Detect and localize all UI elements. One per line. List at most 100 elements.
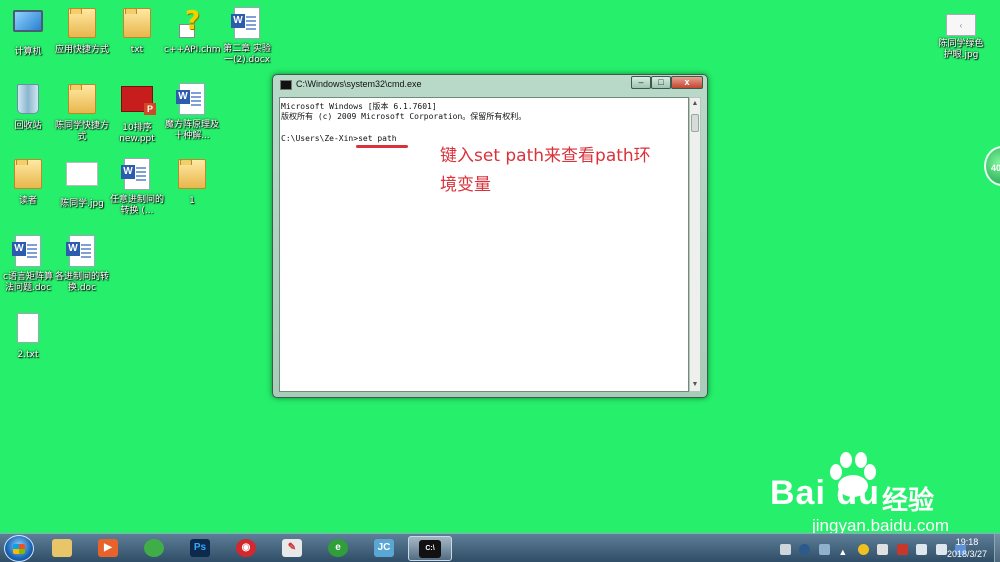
desktop-icon-any-radix[interactable]: W 任意进制间的转换 (... (109, 157, 165, 217)
desktop-icon-recycle-bin[interactable]: 回收站 (0, 82, 56, 132)
recycle-bin-icon (11, 84, 45, 118)
computer-icon (11, 10, 45, 44)
title-bar[interactable]: C:\Windows\system32\cmd.exe – □ x (273, 75, 707, 95)
security-icon[interactable] (857, 544, 869, 555)
desktop-icon-label: 陈同学.jpg (60, 199, 104, 209)
taskbar-360-browser[interactable] (136, 536, 172, 561)
desktop-icon-label: 各进制间的转换.doc (54, 272, 109, 293)
cmd-window[interactable]: C:\Windows\system32\cmd.exe – □ x Micros… (272, 74, 708, 398)
taskbar-netease-music[interactable]: ◉ (228, 536, 264, 561)
desktop-icon-txt-folder[interactable]: txt (109, 6, 165, 56)
highlight-underline (356, 145, 408, 148)
desktop-icon-label: 应用快捷方式 (54, 45, 109, 55)
network-icon[interactable] (916, 544, 928, 555)
desktop-icon-label: 任意进制间的转换 (... (109, 195, 164, 216)
taskbar-media-player[interactable]: ▶ (90, 536, 126, 561)
folder-icon (120, 8, 154, 42)
browser-icon (144, 539, 164, 557)
desktop-icon-c-matrix-doc[interactable]: W c语言矩阵算法问题.doc (0, 234, 56, 294)
speed-gadget[interactable]: 40 (984, 146, 1000, 186)
console-icon (280, 80, 292, 90)
desktop-icon-label: 1 (189, 196, 195, 206)
photoshop-icon: Ps (190, 539, 210, 557)
watermark-brand: Bai du (770, 474, 880, 512)
desktop-icon-app-shortcut[interactable]: 应用快捷方式 (54, 6, 110, 56)
desktop-icon-label: 10排序new.ppt (119, 123, 155, 144)
desktop-icon-label: c++API.chm (164, 45, 221, 55)
desktop-icon-2-txt[interactable]: 2.txt (0, 311, 56, 361)
music-icon: ◉ (236, 539, 256, 557)
help-file-icon: ? (175, 8, 209, 42)
taskbar-cmd[interactable]: C:\ (408, 536, 452, 561)
desktop-icon-magic-square[interactable]: W 魔方阵原理及十种解... (164, 82, 220, 142)
folder-icon (65, 84, 99, 118)
desktop-icon-label: 陈同学快捷方式 (54, 121, 109, 142)
windows-logo-icon (13, 544, 25, 554)
folder-icon (65, 8, 99, 42)
console-line: 版权所有 (c) 2009 Microsoft Corporation。保留所有… (281, 112, 527, 121)
desktop-icon-chen-jpg[interactable]: 陈同学.jpg (54, 157, 110, 210)
folder-icon (11, 159, 45, 193)
taskbar-notepad[interactable]: ✎ (274, 536, 310, 561)
clock[interactable]: 19:18 2018/3/27 (938, 536, 996, 560)
image-file-icon: ‹ (946, 14, 976, 36)
jcreator-icon: JC (374, 539, 394, 557)
help-icon[interactable] (799, 544, 811, 555)
clock-date: 2018/3/27 (946, 549, 988, 559)
minimize-button[interactable]: – (631, 76, 651, 89)
console-command-line: C:\Users\Ze-Xin>set path (281, 134, 397, 143)
watermark-jingyan: 经验 (882, 486, 935, 516)
text-file-icon (11, 313, 45, 347)
powerpoint-icon (120, 86, 156, 120)
folder-icon (175, 159, 209, 193)
taskbar-photoshop[interactable]: Ps (182, 536, 218, 561)
close-button[interactable]: x (671, 76, 703, 89)
desktop-icon-label: 魔方阵原理及十种解... (164, 120, 219, 141)
word-doc-icon: W (175, 83, 209, 117)
word-doc-icon: W (11, 235, 45, 269)
ie-icon: e (328, 539, 348, 557)
desktop-icon-reader[interactable]: 读者 (0, 157, 56, 207)
vertical-scrollbar[interactable]: ▲ ▼ (689, 97, 701, 392)
scroll-up-arrow-icon[interactable]: ▲ (690, 98, 700, 110)
desktop-icon-folder-1[interactable]: 1 (164, 157, 220, 207)
desktop-icon-label: 2.txt (17, 350, 39, 360)
media-player-icon: ▶ (98, 539, 118, 557)
desktop-icon-label: 读者 (18, 196, 37, 206)
desktop-icon-radix-doc[interactable]: W 各进制间的转换.doc (54, 234, 110, 294)
taskbar: ▶ Ps ◉ ✎ e JC C:\ ▲ 19:18 2018/3/27 (0, 533, 1000, 562)
notepad-icon: ✎ (282, 539, 302, 557)
window-title: C:\Windows\system32\cmd.exe (296, 79, 422, 89)
word-doc-icon: W (120, 158, 154, 192)
desktop-icon-green-jpg[interactable]: ‹ 陈同学绿色护眼.jpg (938, 14, 984, 61)
image-file-icon (65, 162, 99, 196)
annotation-line: 境变量 (440, 175, 491, 195)
desktop-icon-label: txt (130, 45, 144, 55)
desktop-icon-label: 第二章 实验一(2).docx (223, 44, 271, 65)
word-doc-icon: W (65, 235, 99, 269)
start-button[interactable] (4, 535, 34, 562)
tutorial-annotation: 键入set path来查看path环 境变量 (440, 142, 670, 200)
desktop-icon-sort-ppt[interactable]: 10排序new.ppt (109, 82, 165, 145)
desktop-icon-computer[interactable]: 计算机 (0, 6, 56, 58)
app-tray-icon[interactable] (896, 544, 908, 555)
keyboard-icon[interactable] (780, 544, 791, 555)
desktop-icon-cpp-api-chm[interactable]: ? c++API.chm (164, 6, 221, 56)
action-center-icon[interactable] (877, 544, 889, 555)
cmd-icon: C:\ (419, 540, 441, 558)
desktop-icon-chen-shortcut[interactable]: 陈同学快捷方式 (54, 82, 110, 143)
taskbar-explorer[interactable] (44, 536, 80, 561)
show-hidden-icons-icon[interactable]: ▲ (838, 547, 849, 558)
taskbar-ie-browser[interactable]: e (320, 536, 356, 561)
show-desktop-button[interactable] (994, 534, 1000, 562)
clock-time: 19:18 (955, 537, 979, 547)
scroll-down-arrow-icon[interactable]: ▼ (690, 379, 700, 391)
taskbar-jcreator[interactable]: JC (366, 536, 402, 561)
desktop-icon-chapter2-docx[interactable]: W 第二章 实验一(2).docx (219, 6, 275, 66)
scroll-thumb[interactable] (691, 114, 699, 132)
maximize-button[interactable]: □ (651, 76, 671, 89)
folder-icon (52, 539, 72, 557)
desktop-icon-label: 回收站 (14, 121, 42, 131)
annotation-line: 键入set path来查看path环 (440, 146, 651, 166)
flag-icon[interactable] (818, 544, 830, 555)
